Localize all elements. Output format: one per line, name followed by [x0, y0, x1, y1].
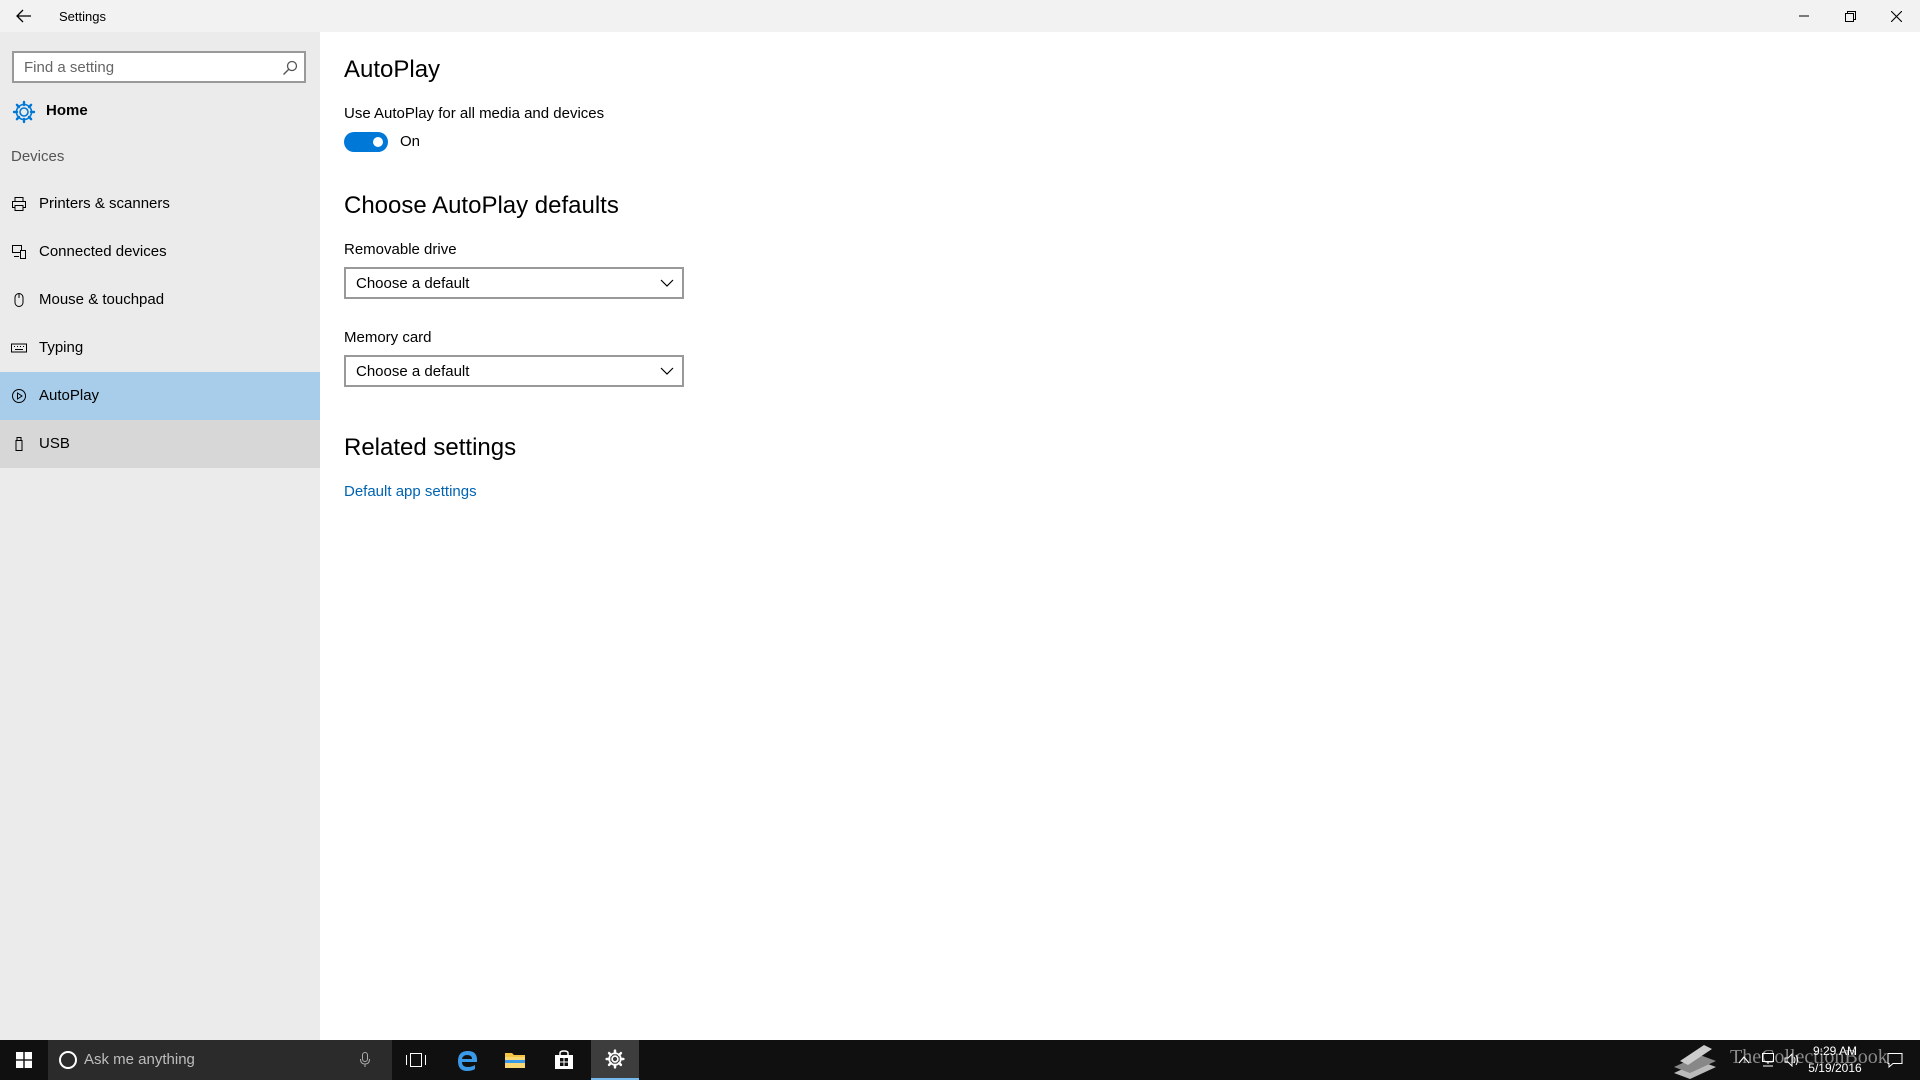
autoplay-toggle-label: Use AutoPlay for all media and devices [344, 105, 605, 122]
back-arrow-icon [16, 9, 31, 23]
sidebar-item-label: USB [39, 435, 70, 452]
microphone-icon[interactable] [360, 1052, 370, 1068]
file-explorer-button[interactable] [495, 1040, 535, 1080]
chevron-down-icon [660, 279, 674, 287]
show-hidden-icons-button[interactable] [1732, 1040, 1756, 1080]
dropdown-value: Choose a default [356, 363, 470, 380]
keyboard-icon [11, 343, 27, 353]
devices-icon [12, 245, 26, 259]
removable-drive-dropdown[interactable]: Choose a default [344, 267, 684, 299]
cortana-placeholder: Ask me anything [84, 1051, 195, 1068]
network-icon [1762, 1053, 1774, 1067]
toggle-state-label: On [400, 133, 421, 150]
minimize-icon [1799, 15, 1809, 17]
windows-logo-icon [16, 1052, 32, 1068]
search-box[interactable] [12, 51, 306, 83]
speaker-icon [1784, 1053, 1798, 1067]
defaults-heading: Choose AutoPlay defaults [344, 192, 619, 219]
dropdown-value: Choose a default [356, 275, 470, 292]
autoplay-toggle[interactable] [344, 132, 388, 152]
cortana-search[interactable]: Ask me anything [48, 1040, 392, 1080]
search-icon[interactable] [282, 60, 298, 76]
gear-icon [12, 100, 36, 124]
clock-time[interactable]: 9:29 AM [1804, 1044, 1866, 1058]
sidebar-item-mouse[interactable]: Mouse & touchpad [0, 276, 320, 324]
removable-drive-label: Removable drive [344, 241, 457, 258]
sidebar-item-label: Typing [39, 339, 84, 356]
title-bar: Settings [0, 0, 1920, 32]
start-button[interactable] [0, 1040, 48, 1080]
chevron-up-icon [1738, 1056, 1750, 1064]
window-title: Settings [59, 9, 106, 24]
close-icon [1890, 10, 1902, 22]
sidebar-item-printers[interactable]: Printers & scanners [0, 180, 320, 228]
sidebar-item-label: AutoPlay [39, 387, 100, 404]
close-button[interactable] [1873, 0, 1919, 32]
mouse-icon [14, 293, 24, 307]
edge-icon [458, 1051, 477, 1071]
edge-browser-button[interactable] [447, 1040, 487, 1080]
task-view-button[interactable] [396, 1040, 436, 1080]
memory-card-dropdown[interactable]: Choose a default [344, 355, 684, 387]
clock-date[interactable]: 5/19/2016 [1804, 1061, 1866, 1075]
default-app-settings-link[interactable]: Default app settings [344, 483, 477, 500]
chevron-down-icon [660, 367, 674, 375]
store-bag-icon [555, 1050, 573, 1069]
sidebar-item-label: Printers & scanners [39, 195, 170, 212]
group-label: Devices [11, 148, 65, 165]
network-button[interactable] [1756, 1040, 1780, 1080]
volume-button[interactable] [1780, 1040, 1804, 1080]
sidebar-item-usb[interactable]: USB [0, 420, 320, 468]
home-label: Home [46, 102, 88, 119]
usb-icon [15, 437, 23, 451]
page-title: AutoPlay [344, 56, 441, 83]
notification-icon [1887, 1053, 1903, 1068]
related-settings-heading: Related settings [344, 434, 517, 461]
sidebar: Home Devices Printers & scanners Connect… [0, 32, 320, 1040]
task-view-icon [406, 1053, 426, 1067]
gear-icon [605, 1049, 625, 1069]
printer-icon [12, 197, 26, 211]
store-button[interactable] [544, 1040, 584, 1080]
cortana-circle-icon [59, 1051, 77, 1069]
restore-button[interactable] [1827, 0, 1873, 32]
search-input[interactable] [24, 53, 274, 81]
toggle-knob [373, 137, 383, 147]
main-content: AutoPlay Use AutoPlay for all media and … [320, 32, 1920, 1040]
memory-card-label: Memory card [344, 329, 432, 346]
back-button[interactable] [4, 0, 44, 32]
restore-icon [1844, 10, 1856, 22]
sidebar-item-typing[interactable]: Typing [0, 324, 320, 372]
sidebar-item-connected-devices[interactable]: Connected devices [0, 228, 320, 276]
sidebar-item-label: Connected devices [39, 243, 167, 260]
folder-icon [505, 1053, 525, 1068]
autoplay-icon [12, 389, 26, 403]
sidebar-item-label: Mouse & touchpad [39, 291, 165, 308]
action-center-button[interactable] [1880, 1040, 1910, 1080]
sidebar-item-autoplay[interactable]: AutoPlay [0, 372, 320, 420]
minimize-button[interactable] [1781, 0, 1827, 32]
settings-taskbar-button[interactable] [591, 1040, 639, 1080]
book-logo-icon [1674, 1045, 1716, 1079]
taskbar: Ask me anything TheCollectionBook 9:29 A… [0, 1040, 1920, 1080]
home-button[interactable]: Home [0, 92, 320, 132]
